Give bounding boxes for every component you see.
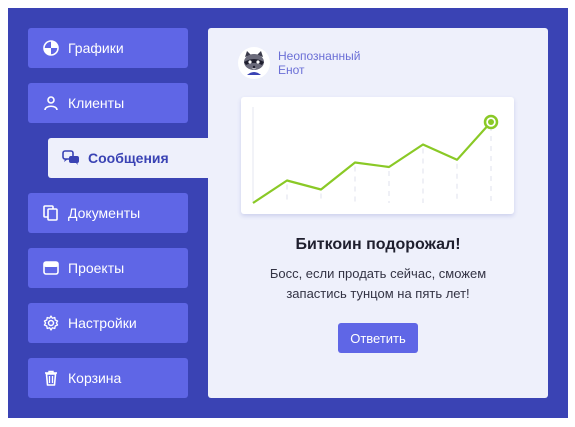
sidebar-item-label: Графики — [68, 40, 124, 56]
sender-profile: Неопознанный Енот — [238, 47, 368, 79]
bitcoin-line-chart — [252, 107, 499, 204]
message-panel: Неопознанный Енот Биткоин подорожал! Бос… — [208, 28, 548, 398]
pie-chart-icon — [42, 39, 60, 57]
sidebar-item-label: Сообщения — [88, 150, 169, 166]
sidebar-item-label: Проекты — [68, 260, 125, 276]
chart-highlight-point-center — [488, 119, 494, 125]
chart-card — [241, 97, 514, 214]
app-frame: Графики Клиенты Сообщения Документы Прое… — [8, 8, 568, 418]
user-icon — [42, 94, 60, 112]
folder-icon — [42, 259, 60, 277]
sidebar-item-label: Корзина — [68, 370, 122, 386]
sidebar-item-messages[interactable]: Сообщения — [48, 138, 212, 178]
sidebar-item-charts[interactable]: Графики — [28, 28, 188, 68]
sidebar-item-trash[interactable]: Корзина — [28, 358, 188, 398]
message-headline: Биткоин подорожал! — [295, 236, 461, 253]
reply-button[interactable]: Ответить — [338, 323, 418, 353]
sidebar-item-settings[interactable]: Настройки — [28, 303, 188, 343]
sidebar-item-label: Настройки — [68, 315, 137, 331]
gear-icon — [42, 314, 60, 332]
raccoon-avatar-icon — [238, 47, 270, 79]
sidebar-item-clients[interactable]: Клиенты — [28, 83, 188, 123]
documents-icon — [42, 204, 60, 222]
sender-name: Неопознанный Енот — [278, 49, 361, 77]
chat-bubbles-icon — [62, 149, 80, 167]
message-body: Босс, если продать сейчас, сможем запаст… — [269, 266, 487, 301]
trash-icon — [42, 369, 60, 387]
chart-series-line — [252, 121, 492, 204]
sidebar-item-documents[interactable]: Документы — [28, 193, 188, 233]
sidebar-item-projects[interactable]: Проекты — [28, 248, 188, 288]
sidebar-item-label: Клиенты — [68, 95, 125, 111]
sidebar-item-label: Документы — [68, 205, 141, 221]
